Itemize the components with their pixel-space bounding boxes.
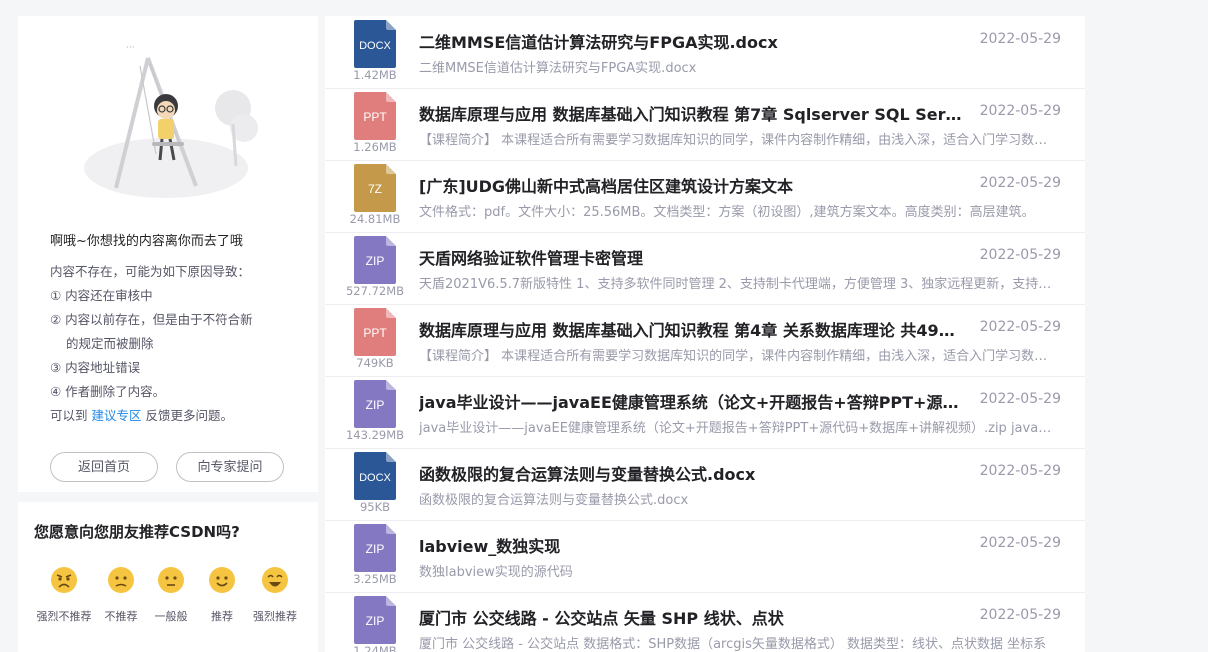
file-type-icon: DOCX bbox=[354, 452, 396, 500]
resource-list-item[interactable]: ZIP 1.24MB 厦门市 公交线路 - 公交站点 矢量 SHP 线状、点状厦门市… bbox=[325, 592, 1085, 652]
ask-expert-button[interactable]: 向专家提问 bbox=[176, 452, 284, 482]
file-type-icon: PPT bbox=[354, 308, 396, 356]
resource-date: 2022-05-29 bbox=[979, 247, 1061, 263]
smile-face-icon[interactable] bbox=[208, 566, 236, 594]
resource-title-link[interactable]: labview_数独实现 bbox=[419, 533, 969, 557]
survey-option-label: 强烈推荐 bbox=[253, 610, 297, 623]
file-type-icon: DOCX bbox=[354, 20, 396, 68]
resource-description: 【课程简介】 本课程适合所有需要学习数据库知识的同学，课件内容制作精细，由浅入深… bbox=[419, 349, 1059, 364]
file-type-label: ZIP bbox=[366, 542, 385, 556]
survey-title: 您愿意向您朋友推荐CSDN吗? bbox=[34, 523, 240, 541]
file-type-icon: ZIP bbox=[354, 596, 396, 644]
file-type-icon: PPT bbox=[354, 92, 396, 140]
resource-description: 二维MMSE信道估计算法研究与FPGA实现.docx bbox=[419, 61, 697, 76]
file-type-label: DOCX bbox=[359, 40, 391, 52]
reason-item: ④ 作者删除了内容。 bbox=[50, 384, 166, 399]
resource-list-item[interactable]: PPT 749KB 数据库原理与应用 数据库基础入门知识教程 第4章 关系数据库理论… bbox=[325, 304, 1085, 377]
resource-date: 2022-05-29 bbox=[979, 103, 1061, 119]
resource-title-link[interactable]: 函数极限的复合运算法则与变量替换公式.docx bbox=[419, 461, 969, 485]
resource-date: 2022-05-29 bbox=[979, 319, 1061, 335]
resource-list-item[interactable]: ZIP 3.25MB labview_数独实现数独labview实现的源代码 2022… bbox=[325, 520, 1085, 593]
unhappy-face-icon[interactable] bbox=[107, 566, 135, 594]
resource-date: 2022-05-29 bbox=[979, 607, 1061, 623]
resource-title-link[interactable]: 厦门市 公交线路 - 公交站点 矢量 SHP 线状、点状 bbox=[419, 605, 969, 629]
resource-list-item[interactable]: DOCX 95KB 函数极限的复合运算法则与变量替换公式.docx 函数极限的复合运算… bbox=[325, 448, 1085, 521]
resource-title-link[interactable]: 数据库原理与应用 数据库基础入门知识教程 第7章 Sqlserver SQL S… bbox=[419, 101, 969, 125]
resource-date: 2022-05-29 bbox=[979, 391, 1061, 407]
resource-description: java毕业设计——javaEE健康管理系统（论文+开题报告+答辩PPT+源代码… bbox=[419, 421, 1059, 436]
resource-description: 天盾2021V6.5.7新版特性 1、支持多软件同时管理 2、支持制卡代理端，方… bbox=[419, 277, 1059, 292]
resource-description: 文件格式：pdf。文件大小：25.56MB。文档类型：方案（初设图）,建筑方案文… bbox=[419, 205, 1035, 220]
resource-title-link[interactable]: 二维MMSE信道估计算法研究与FPGA实现.docx bbox=[419, 29, 969, 53]
grin-face-icon[interactable] bbox=[261, 566, 289, 594]
reason-item: ② 内容以前存在，但是由于不符合新 bbox=[50, 312, 253, 327]
file-type-label: 7Z bbox=[368, 182, 382, 196]
file-type-label: ZIP bbox=[366, 614, 385, 628]
file-size: 749KB bbox=[356, 356, 394, 370]
not-found-card: ··· 啊哦~你想找的内容离你而去了哦 内容不存在，可能为如下原因导致： ① 内… bbox=[18, 16, 318, 492]
file-size: 143.29MB bbox=[345, 428, 405, 442]
resource-date: 2022-05-29 bbox=[979, 535, 1061, 551]
reason-item: ① 内容还在审核中 bbox=[50, 288, 153, 303]
back-home-button[interactable]: 返回首页 bbox=[50, 452, 158, 482]
suggestion-zone-link[interactable]: 建议专区 bbox=[92, 408, 142, 423]
resource-date: 2022-05-29 bbox=[979, 463, 1061, 479]
reason-item: ③ 内容地址错误 bbox=[50, 360, 141, 375]
resource-list-item[interactable]: ZIP 143.29MB java毕业设计——javaEE健康管理系统（论文+开题报… bbox=[325, 376, 1085, 449]
file-size: 95KB bbox=[359, 500, 391, 514]
file-type-label: ZIP bbox=[366, 398, 385, 412]
file-size: 1.26MB bbox=[353, 140, 397, 154]
resource-list-item[interactable]: DOCX 1.42MB 二维MMSE信道估计算法研究与FPGA实现.docx 二维MM… bbox=[325, 16, 1085, 89]
reasons-intro: 内容不存在，可能为如下原因导致： bbox=[50, 264, 251, 279]
file-type-icon: ZIP bbox=[354, 236, 396, 284]
file-type-icon: ZIP bbox=[354, 380, 396, 428]
file-type-icon: ZIP bbox=[354, 524, 396, 572]
file-size: 527.72MB bbox=[345, 284, 405, 298]
reason-item-continued: 的规定而被删除 bbox=[66, 336, 154, 351]
resource-list-item[interactable]: PPT 1.26MB 数据库原理与应用 数据库基础入门知识教程 第7章 Sqlser… bbox=[325, 88, 1085, 161]
file-type-icon: 7Z bbox=[354, 164, 396, 212]
resource-title-link[interactable]: [广东]UDG佛山新中式高档居住区建筑设计方案文本 bbox=[419, 173, 969, 197]
resource-date: 2022-05-29 bbox=[979, 31, 1061, 47]
not-found-title: 啊哦~你想找的内容离你而去了哦 bbox=[50, 234, 243, 249]
resource-list: DOCX 1.42MB 二维MMSE信道估计算法研究与FPGA实现.docx 二维MM… bbox=[325, 16, 1085, 652]
resource-title-link[interactable]: 天盾网络验证软件管理卡密管理 bbox=[419, 245, 969, 269]
neutral-face-icon[interactable] bbox=[157, 566, 185, 594]
resource-list-item[interactable]: ZIP 527.72MB 天盾网络验证软件管理卡密管理天盾2021V6.5.7新版特… bbox=[325, 232, 1085, 305]
file-size: 24.81MB bbox=[349, 212, 401, 226]
resource-title-link[interactable]: 数据库原理与应用 数据库基础入门知识教程 第4章 关系数据库理论 共49页.pp… bbox=[419, 317, 969, 341]
reasons-block: 内容不存在，可能为如下原因导致： ① 内容还在审核中 ② 内容以前存在，但是由于… bbox=[50, 260, 306, 428]
file-size: 3.25MB bbox=[353, 572, 397, 586]
resource-description: 厦门市 公交线路 - 公交站点 数据格式：SHP数据（arcgis矢量数据格式）… bbox=[419, 637, 1047, 652]
feedback-prefix: 可以到 bbox=[50, 408, 88, 423]
resource-description: 函数极限的复合运算法则与变量替换公式.docx bbox=[419, 493, 689, 508]
resource-description: 【课程简介】 本课程适合所有需要学习数据库知识的同学，课件内容制作精细，由浅入深… bbox=[419, 133, 1059, 148]
feedback-line: 可以到 建议专区 反馈更多问题。 bbox=[50, 404, 306, 428]
file-size: 1.42MB bbox=[353, 68, 397, 82]
angry-face-icon[interactable] bbox=[50, 566, 78, 594]
file-type-label: DOCX bbox=[359, 472, 391, 484]
recommend-survey-card: 您愿意向您朋友推荐CSDN吗? 强烈不推荐 不推荐 一般般 推荐 强烈推荐 bbox=[18, 502, 318, 652]
file-type-label: ZIP bbox=[366, 254, 385, 268]
feedback-suffix: 反馈更多问题。 bbox=[145, 408, 234, 423]
not-found-illustration: ··· bbox=[84, 43, 258, 198]
resource-date: 2022-05-29 bbox=[979, 175, 1061, 191]
resource-title-link[interactable]: java毕业设计——javaEE健康管理系统（论文+开题报告+答辩PPT+源代码… bbox=[419, 389, 969, 413]
file-type-label: PPT bbox=[363, 326, 387, 340]
svg-text:···: ··· bbox=[126, 43, 135, 53]
resource-list-item[interactable]: 7Z 24.81MB [广东]UDG佛山新中式高档居住区建筑设计方案文本文件格式：p… bbox=[325, 160, 1085, 233]
resource-description: 数独labview实现的源代码 bbox=[419, 565, 573, 580]
file-type-label: PPT bbox=[363, 110, 387, 124]
file-size: 1.24MB bbox=[353, 644, 397, 652]
